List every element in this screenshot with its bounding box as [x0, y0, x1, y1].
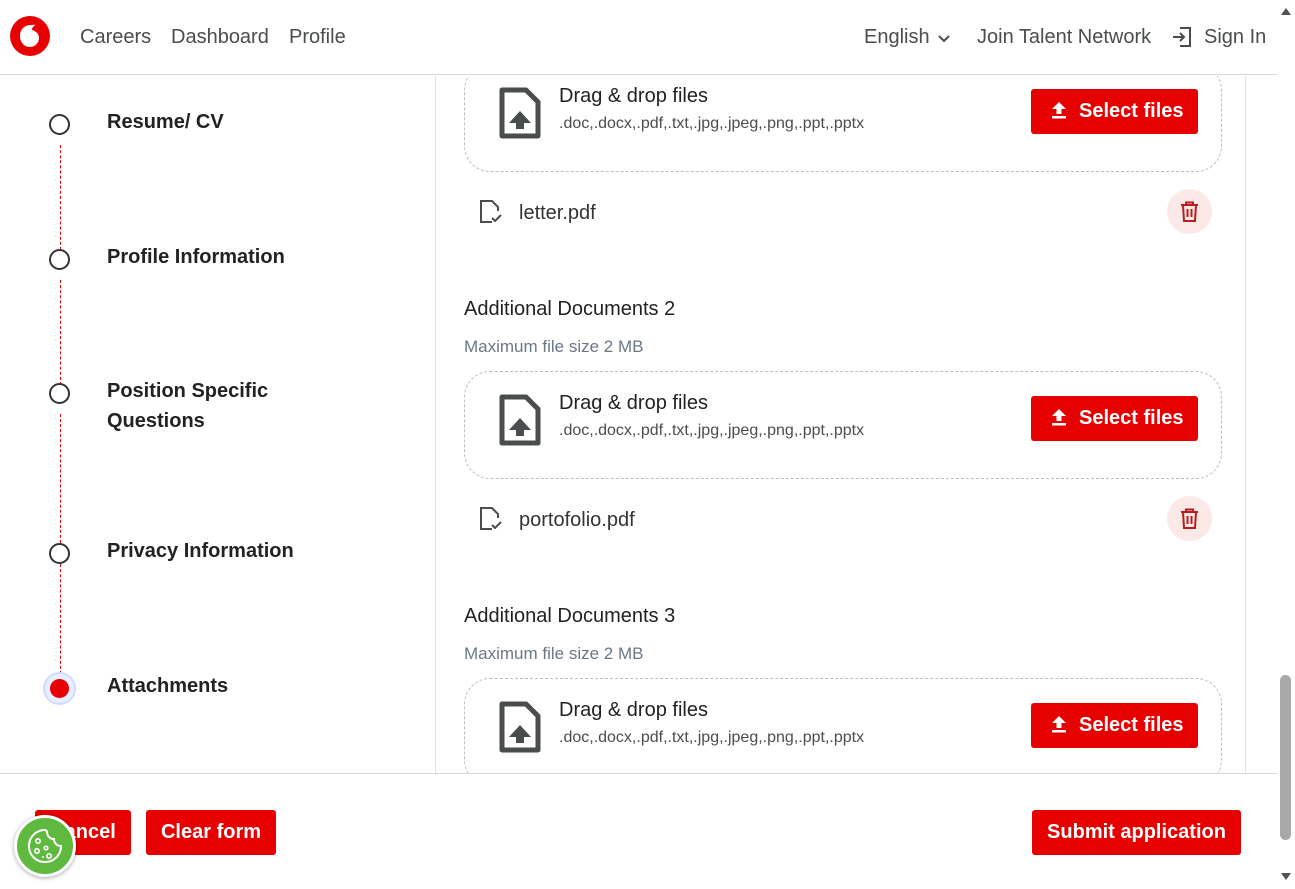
select-files-button[interactable]: Select files: [1031, 89, 1198, 134]
file-dropzone[interactable]: Drag & drop files .doc,.docx,.pdf,.txt,.…: [464, 678, 1222, 773]
file-upload-icon: [499, 87, 541, 139]
select-files-button[interactable]: Select files: [1031, 396, 1198, 441]
step-label-attachments[interactable]: Attachments: [107, 671, 317, 701]
step-label-questions[interactable]: Position Specific Questions: [107, 376, 317, 436]
delete-file-button[interactable]: [1167, 189, 1212, 234]
dropzone-file-types: .doc,.docx,.pdf,.txt,.jpg,.jpeg,.png,.pp…: [559, 422, 865, 439]
file-dropzone[interactable]: Drag & drop files .doc,.docx,.pdf,.txt,.…: [464, 371, 1222, 479]
uploaded-file-name: portofolio.pdf: [519, 509, 635, 531]
file-upload-icon: [499, 701, 541, 753]
application-stepper: Resume/ CV Profile Information Position …: [0, 76, 435, 773]
step-indicator-resume: [49, 114, 70, 135]
max-file-size-hint: Maximum file size 2 MB: [464, 644, 644, 663]
form-footer: Cancel Clear form Submit application: [0, 773, 1277, 889]
submit-application-button[interactable]: Submit application: [1032, 810, 1241, 855]
uploaded-file-row: letter.pdf: [464, 189, 1222, 235]
upload-icon: [1052, 102, 1066, 119]
select-files-label: Select files: [1079, 100, 1184, 122]
chevron-down-icon: [938, 35, 950, 43]
max-file-size-hint: Maximum file size 2 MB: [464, 337, 644, 356]
step-label-privacy[interactable]: Privacy Information: [107, 536, 317, 566]
delete-file-button[interactable]: [1167, 496, 1212, 541]
scrollbar-thumb[interactable]: [1280, 675, 1291, 840]
step-indicator-profile: [49, 249, 70, 270]
select-files-label: Select files: [1079, 407, 1184, 429]
dropzone-title: Drag & drop files: [559, 699, 708, 721]
language-selector[interactable]: English: [864, 26, 950, 48]
upload-icon: [1052, 716, 1066, 733]
step-connector: [60, 564, 61, 674]
dropzone-file-types: .doc,.docx,.pdf,.txt,.jpg,.jpeg,.png,.pp…: [559, 115, 865, 132]
nav-dashboard[interactable]: Dashboard: [171, 26, 269, 48]
cookie-icon: [27, 828, 63, 864]
uploaded-file-name: letter.pdf: [519, 202, 596, 224]
scroll-up-arrow-icon[interactable]: [1281, 7, 1291, 15]
language-label: English: [864, 26, 930, 48]
file-upload-icon: [499, 394, 541, 446]
uploaded-file-row: portofolio.pdf: [464, 496, 1222, 542]
join-talent-network-link[interactable]: Join Talent Network: [977, 26, 1151, 48]
dropzone-title: Drag & drop files: [559, 392, 708, 414]
vodafone-logo-icon[interactable]: [10, 16, 50, 56]
step-indicator-privacy: [49, 543, 70, 564]
cookie-settings-button[interactable]: [14, 815, 76, 877]
file-dropzone[interactable]: Drag & drop files .doc,.docx,.pdf,.txt,.…: [464, 76, 1222, 172]
select-files-label: Select files: [1079, 714, 1184, 736]
column-divider: [1245, 76, 1246, 773]
trash-icon: [1181, 508, 1198, 529]
step-connector: [60, 280, 61, 385]
clear-form-button[interactable]: Clear form: [146, 810, 276, 855]
dropzone-file-types: .doc,.docx,.pdf,.txt,.jpg,.jpeg,.png,.pp…: [559, 729, 865, 746]
step-label-profile[interactable]: Profile Information: [107, 242, 317, 272]
step-label-resume[interactable]: Resume/ CV: [107, 107, 317, 137]
nav-profile[interactable]: Profile: [289, 26, 346, 48]
step-connector: [60, 414, 61, 543]
step-indicator-questions: [49, 383, 70, 404]
file-check-icon: [480, 200, 502, 223]
sign-in-icon: [1173, 27, 1191, 47]
scroll-down-arrow-icon[interactable]: [1281, 873, 1291, 881]
step-indicator-attachments: [43, 672, 76, 705]
nav-careers[interactable]: Careers: [80, 26, 151, 48]
dropzone-title: Drag & drop files: [559, 85, 708, 107]
select-files-button[interactable]: Select files: [1031, 703, 1198, 748]
site-header: Careers Dashboard Profile English Join T…: [0, 0, 1277, 75]
section-title: Additional Documents 2: [464, 298, 676, 320]
file-check-icon: [480, 507, 502, 530]
sign-in-link[interactable]: Sign In: [1204, 26, 1266, 48]
section-title: Additional Documents 3: [464, 605, 676, 627]
upload-icon: [1052, 409, 1066, 426]
attachments-panel: Drag & drop files .doc,.docx,.pdf,.txt,.…: [436, 76, 1245, 773]
step-connector: [60, 145, 61, 250]
trash-icon: [1181, 201, 1198, 222]
